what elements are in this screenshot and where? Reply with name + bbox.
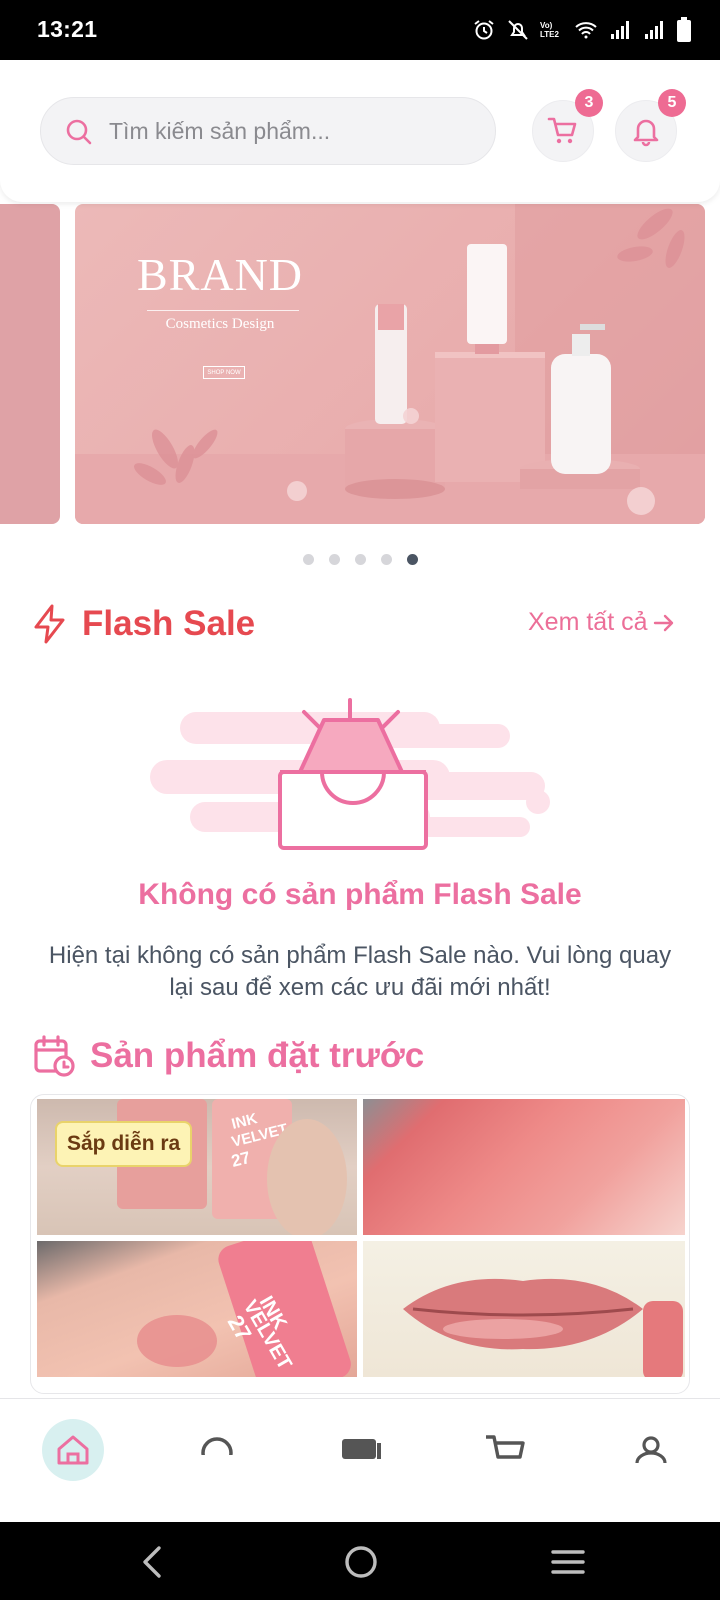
search-input[interactable] (109, 98, 479, 164)
back-icon (143, 1546, 161, 1578)
product-photo: INK VELVET 27 Sắp diễn ra (37, 1099, 357, 1235)
header: 3 5 (0, 60, 720, 202)
product-photo-art: INK VELVET 27 (117, 1099, 347, 1235)
home-circle-icon (345, 1546, 377, 1578)
flash-sale-title: Flash Sale (82, 604, 256, 643)
video-icon (340, 1439, 382, 1469)
product-photo (363, 1099, 685, 1235)
wifi-icon (575, 22, 597, 39)
status-icons: Vo) LTE2 (472, 14, 692, 46)
notification-badge: 5 (658, 89, 686, 117)
carousel-dot[interactable] (328, 554, 340, 565)
preorder-title: Sản phẩm đặt trước (90, 1036, 425, 1075)
lightning-icon (34, 604, 65, 644)
profile-icon (635, 1436, 667, 1464)
bottom-navigation (0, 1398, 720, 1522)
banner-divider (147, 310, 299, 311)
upcoming-badge: Sắp diễn ra (55, 1121, 193, 1167)
cart-nav-icon (484, 1435, 526, 1469)
menu-icon (551, 1550, 585, 1574)
banner-slide[interactable]: BRAND Cosmetics Design SHOP NOW (75, 204, 705, 524)
banner-previous-slide[interactable] (0, 204, 60, 524)
home-icon (57, 1435, 89, 1465)
preorder-product-card[interactable]: INK VELVET 27 Sắp diễn ra INK VELVET 27 (30, 1094, 690, 1394)
bell-icon (633, 119, 659, 147)
signal-icon-1 (611, 21, 629, 39)
cart-icon (547, 117, 577, 144)
cart-badge: 3 (575, 89, 603, 117)
nav-home[interactable] (42, 1419, 104, 1481)
system-navigation (0, 1522, 720, 1600)
nav-video[interactable] (330, 1419, 392, 1481)
lte-label: Vo) LTE2 (540, 21, 559, 39)
nav-cart[interactable] (474, 1419, 536, 1481)
empty-state-description: Hiện tại không có sản phẩm Flash Sale nà… (48, 942, 672, 1001)
calendar-clock-icon (34, 1035, 75, 1077)
flash-sale-see-all-link[interactable]: Xem tất cả (528, 608, 676, 637)
search-nav-icon (198, 1437, 236, 1469)
system-back-button[interactable] (130, 1538, 178, 1586)
product-photo-art: INK VELVET 27 (137, 1241, 351, 1377)
carousel-dot-active[interactable] (406, 554, 418, 565)
carousel-dot[interactable] (302, 554, 314, 565)
product-photo-art (403, 1278, 683, 1377)
notification-button[interactable]: 5 (615, 89, 686, 162)
carousel-dots (0, 554, 720, 565)
search-bar[interactable] (40, 97, 496, 165)
empty-state-title: Không có sản phẩm Flash Sale (138, 878, 582, 911)
product-photo: INK VELVET 27 (37, 1241, 357, 1377)
system-home-button[interactable] (337, 1538, 385, 1586)
banner-brand: BRAND (136, 249, 304, 300)
mute-icon (508, 20, 528, 40)
signal-icon-2 (645, 21, 663, 39)
carousel-dot[interactable] (354, 554, 366, 565)
nav-profile[interactable] (620, 1419, 682, 1481)
system-recents-button[interactable] (544, 1538, 592, 1586)
arrow-right-icon (653, 614, 673, 631)
search-icon (66, 119, 92, 145)
see-all-label: Xem tất cả (528, 608, 648, 636)
nav-search[interactable] (186, 1419, 248, 1481)
battery-icon (677, 17, 691, 42)
status-time: 13:21 (37, 16, 98, 42)
cart-button[interactable]: 3 (532, 89, 603, 162)
carousel-dot[interactable] (380, 554, 392, 565)
alarm-icon (474, 20, 494, 40)
banner-shop-now-button[interactable]: SHOP NOW (203, 366, 245, 379)
status-bar: 13:21 Vo) LTE2 (0, 0, 720, 60)
product-photo (363, 1241, 685, 1377)
empty-inbox-illustration (150, 698, 550, 850)
banner-subtitle: Cosmetics Design (165, 316, 275, 332)
